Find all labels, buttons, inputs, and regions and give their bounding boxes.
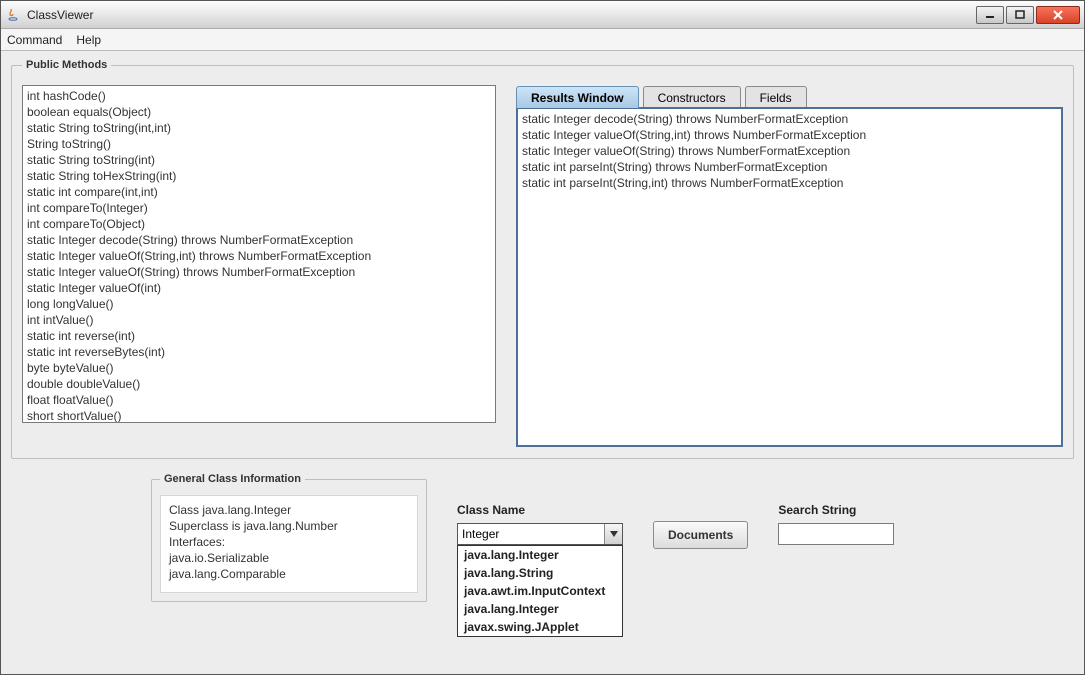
list-item[interactable]: static Integer valueOf(int) [27, 280, 491, 296]
public-methods-list[interactable]: int hashCode()boolean equals(Object)stat… [22, 85, 496, 423]
lower-row: General Class Information Class java.lan… [11, 473, 1074, 602]
class-name-combobox[interactable]: Integer [457, 523, 623, 545]
class-name-label: Class Name [457, 503, 623, 517]
list-item[interactable]: static int parseInt(String,int) throws N… [522, 175, 1057, 191]
search-section: Search String [778, 473, 894, 545]
class-name-selected: Integer [462, 527, 499, 541]
public-methods-panel: Public Methods int hashCode()boolean equ… [11, 59, 1074, 459]
list-item[interactable]: static int reverse(int) [27, 328, 491, 344]
combobox-option[interactable]: java.lang.Integer [458, 546, 622, 564]
list-item[interactable]: static Integer valueOf(String,int) throw… [27, 248, 491, 264]
java-icon [5, 7, 21, 23]
maximize-button[interactable] [1006, 6, 1034, 24]
list-item[interactable]: static Integer valueOf(String) throws Nu… [522, 143, 1057, 159]
client-area: Public Methods int hashCode()boolean equ… [1, 51, 1084, 674]
list-item[interactable]: long longValue() [27, 296, 491, 312]
tab-fields[interactable]: Fields [745, 86, 807, 108]
documents-button[interactable]: Documents [653, 521, 748, 549]
list-item[interactable]: static String toString(int,int) [27, 120, 491, 136]
list-item[interactable]: static int parseInt(String) throws Numbe… [522, 159, 1057, 175]
list-item[interactable]: static String toString(int) [27, 152, 491, 168]
list-item[interactable]: static String toHexString(int) [27, 168, 491, 184]
list-item[interactable]: short shortValue() [27, 408, 491, 423]
class-name-section: Class Name Integer java.lang.Integerjava… [457, 473, 623, 545]
list-item[interactable]: String toString() [27, 136, 491, 152]
close-button[interactable] [1036, 6, 1080, 24]
general-class-info-text: Class java.lang.IntegerSuperclass is jav… [160, 495, 418, 593]
info-line: Interfaces: [169, 534, 409, 550]
general-class-info-panel: General Class Information Class java.lan… [151, 473, 427, 602]
list-item[interactable]: static int reverseBytes(int) [27, 344, 491, 360]
chevron-down-icon [604, 524, 622, 544]
combobox-option[interactable]: javax.swing.JApplet [458, 618, 622, 636]
results-area: Results Window Constructors Fields stati… [516, 85, 1063, 447]
list-item[interactable]: byte byteValue() [27, 360, 491, 376]
combobox-option[interactable]: java.lang.String [458, 564, 622, 582]
combobox-option[interactable]: java.lang.Integer [458, 600, 622, 618]
search-string-input[interactable] [778, 523, 894, 545]
tab-results-window[interactable]: Results Window [516, 86, 639, 108]
list-item[interactable]: double doubleValue() [27, 376, 491, 392]
search-string-label: Search String [778, 503, 894, 517]
menu-command[interactable]: Command [7, 33, 62, 47]
general-class-info-legend: General Class Information [160, 473, 305, 485]
list-item[interactable]: int hashCode() [27, 88, 491, 104]
list-item[interactable]: float floatValue() [27, 392, 491, 408]
documents-section: Documents [653, 473, 748, 549]
menu-help[interactable]: Help [76, 33, 101, 47]
tabs: Results Window Constructors Fields [516, 85, 1063, 107]
list-item[interactable]: static Integer valueOf(String) throws Nu… [27, 264, 491, 280]
minimize-button[interactable] [976, 6, 1004, 24]
list-item[interactable]: static Integer decode(String) throws Num… [27, 232, 491, 248]
info-line: Superclass is java.lang.Number [169, 518, 409, 534]
class-name-dropdown-list[interactable]: java.lang.Integerjava.lang.Stringjava.aw… [457, 545, 623, 637]
info-line: Class java.lang.Integer [169, 502, 409, 518]
info-line: java.io.Serializable [169, 550, 409, 566]
info-line: java.lang.Comparable [169, 566, 409, 582]
public-methods-legend: Public Methods [22, 59, 111, 71]
app-window: ClassViewer Command Help Public Methods … [0, 0, 1085, 675]
list-item[interactable]: static Integer valueOf(String,int) throw… [522, 127, 1057, 143]
list-item[interactable]: int compareTo(Object) [27, 216, 491, 232]
combobox-option[interactable]: java.awt.im.InputContext [458, 582, 622, 600]
list-item[interactable]: static Integer decode(String) throws Num… [522, 111, 1057, 127]
titlebar: ClassViewer [1, 1, 1084, 29]
tab-constructors[interactable]: Constructors [643, 86, 741, 108]
list-item[interactable]: static int compare(int,int) [27, 184, 491, 200]
menubar: Command Help [1, 29, 1084, 51]
window-title: ClassViewer [27, 8, 976, 22]
results-window-list[interactable]: static Integer decode(String) throws Num… [516, 107, 1063, 447]
list-item[interactable]: boolean equals(Object) [27, 104, 491, 120]
window-controls [976, 6, 1080, 24]
list-item[interactable]: int intValue() [27, 312, 491, 328]
list-item[interactable]: int compareTo(Integer) [27, 200, 491, 216]
